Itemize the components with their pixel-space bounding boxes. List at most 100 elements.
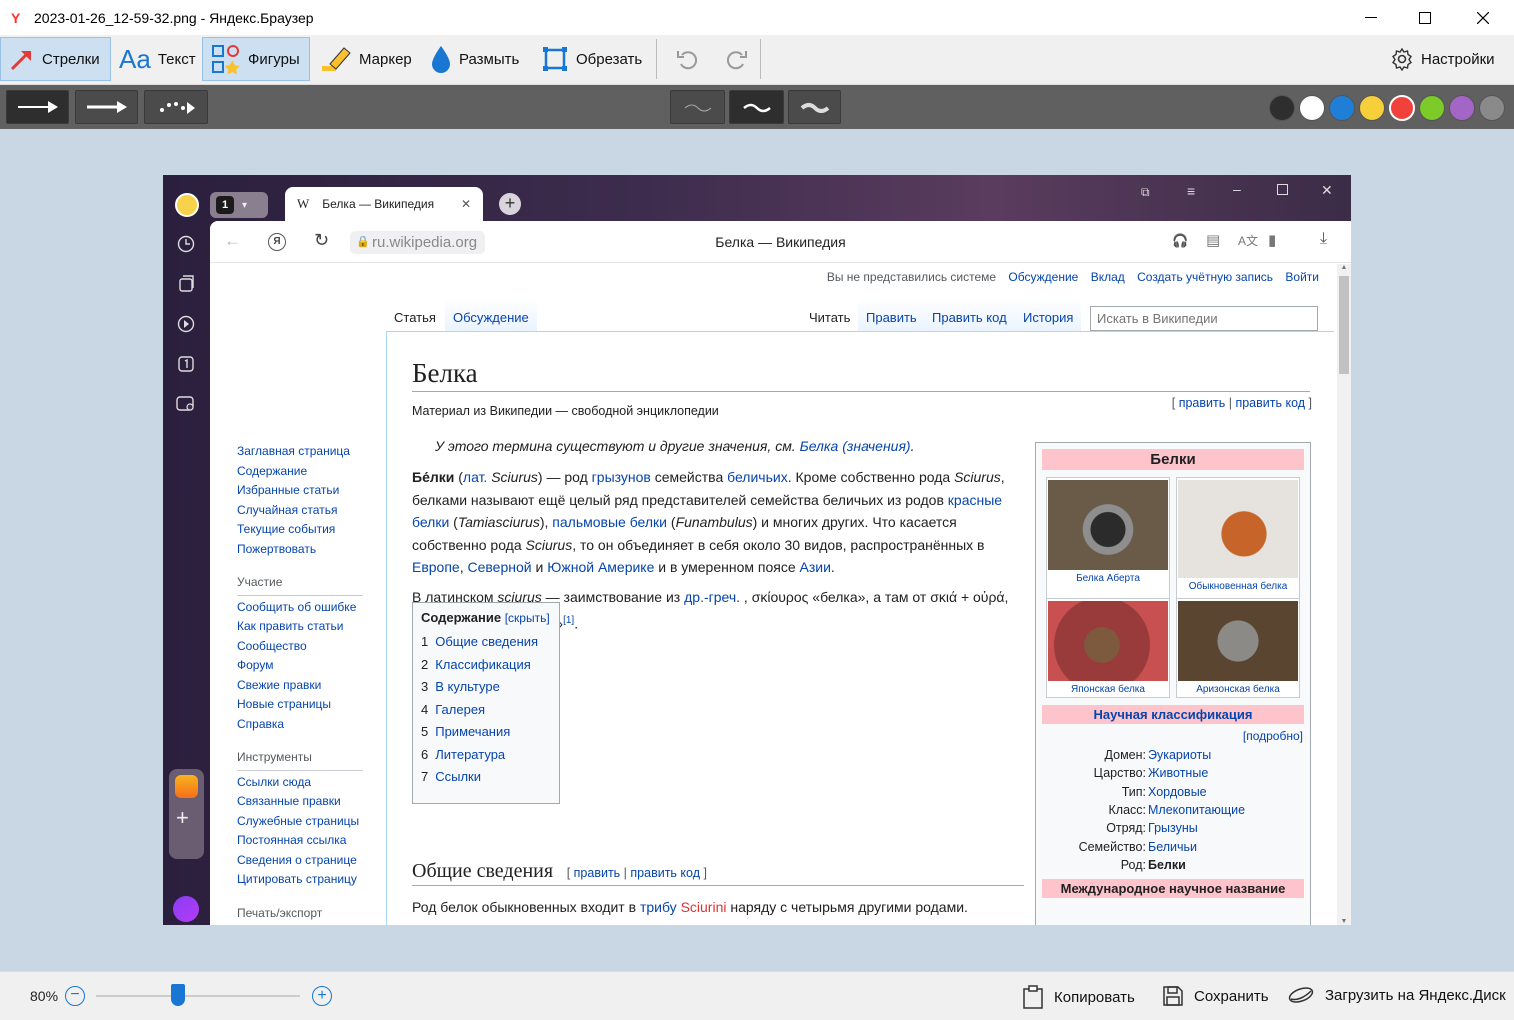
arrow-style-thin[interactable] bbox=[6, 90, 69, 124]
tab-counter-button[interactable]: 1 ▾ bbox=[210, 192, 268, 218]
color-swatch[interactable] bbox=[1359, 95, 1385, 121]
tab-article[interactable]: Статья bbox=[386, 298, 444, 332]
color-swatch[interactable] bbox=[1329, 95, 1355, 121]
sidebar-link[interactable]: Сообщество bbox=[237, 637, 363, 657]
taxonomy-value[interactable]: Эукариоты bbox=[1148, 748, 1211, 762]
reference-link[interactable]: [1] bbox=[563, 615, 574, 626]
toc-hide-link[interactable]: [скрыть] bbox=[505, 611, 550, 625]
sidebar-link[interactable]: Цитировать страницу bbox=[237, 870, 363, 890]
disambiguation-link[interactable]: Белка (значения) bbox=[800, 438, 911, 454]
sidebar-link[interactable]: Содержание bbox=[237, 462, 363, 482]
sidebar-link[interactable]: Заглавная страница bbox=[237, 442, 363, 462]
taxonomy-value[interactable]: Животные bbox=[1148, 766, 1208, 780]
wiki-search-input[interactable] bbox=[1090, 306, 1318, 331]
section-edit-link[interactable]: править bbox=[574, 866, 621, 880]
palm-squirrels-link[interactable]: пальмовые белки bbox=[552, 514, 667, 530]
minimize-icon[interactable]: – bbox=[1233, 181, 1241, 197]
new-tab-button[interactable]: + bbox=[499, 193, 521, 215]
taxonomy-value[interactable]: Млекопитающие bbox=[1148, 803, 1245, 817]
color-swatch[interactable] bbox=[1269, 95, 1295, 121]
create-account-link[interactable]: Создать учётную запись bbox=[1137, 270, 1273, 284]
bookmark-icon[interactable]: ▮ bbox=[1268, 231, 1276, 249]
minimize-button[interactable] bbox=[1348, 0, 1394, 35]
sidebar-link[interactable]: Новые страницы bbox=[237, 695, 363, 715]
arrow-style-bold[interactable] bbox=[75, 90, 138, 124]
marker-tool[interactable]: Маркер bbox=[314, 37, 420, 81]
sidebar-link[interactable]: Связанные правки bbox=[237, 792, 363, 812]
toc-link[interactable]: Примечания bbox=[435, 724, 510, 739]
scrollbar-thumb[interactable] bbox=[1339, 276, 1349, 374]
toc-link[interactable]: Общие сведения bbox=[435, 634, 538, 649]
menu-icon[interactable]: ≡ bbox=[1187, 183, 1195, 199]
color-swatch[interactable] bbox=[1389, 95, 1415, 121]
copy-button[interactable]: Копировать bbox=[1022, 985, 1135, 1009]
sidebar-link[interactable]: Случайная статья bbox=[237, 501, 363, 521]
login-link[interactable]: Войти bbox=[1285, 270, 1319, 284]
headphones-icon[interactable]: 🎧 bbox=[1172, 233, 1188, 249]
section-edit-source-link[interactable]: править код bbox=[630, 866, 700, 880]
tab-history[interactable]: История bbox=[1015, 298, 1082, 332]
toc-link[interactable]: В культуре bbox=[435, 679, 500, 694]
toc-item[interactable]: 3 В культуре bbox=[421, 676, 551, 699]
zoom-slider-thumb[interactable] bbox=[170, 984, 185, 1006]
arrow-style-dotted[interactable] bbox=[144, 90, 208, 124]
taxonomy-value[interactable]: Беличьи bbox=[1148, 840, 1197, 854]
sidebar-link[interactable]: Как править статьи bbox=[237, 617, 363, 637]
tab-read[interactable]: Читать bbox=[801, 298, 859, 332]
toc-item[interactable]: 6 Литература bbox=[421, 744, 551, 767]
undo-button[interactable] bbox=[668, 37, 708, 81]
yandex-search-icon[interactable]: Я bbox=[268, 233, 286, 251]
sidebar-link[interactable]: Постоянная ссылка bbox=[237, 831, 363, 851]
sidebar-link[interactable]: Сообщить об ошибке bbox=[237, 598, 363, 618]
zoom-slider[interactable] bbox=[96, 984, 300, 1006]
sidebar-link[interactable]: Сведения о странице bbox=[237, 851, 363, 871]
taxonomy-value[interactable]: Грызуны bbox=[1148, 821, 1198, 835]
bookmarks-panel-icon[interactable]: ⧉ bbox=[1141, 185, 1150, 200]
color-swatch[interactable] bbox=[1419, 95, 1445, 121]
settings-button[interactable]: Настройки bbox=[1382, 37, 1503, 81]
toc-item[interactable]: 1 Общие сведения bbox=[421, 631, 551, 654]
stroke-medium[interactable] bbox=[729, 90, 784, 124]
sidebar-link[interactable]: Форум bbox=[237, 656, 363, 676]
scroll-up-icon[interactable]: ▲ bbox=[1337, 264, 1351, 271]
close-icon[interactable]: ✕ bbox=[1321, 182, 1333, 199]
latin-link[interactable]: лат. bbox=[463, 469, 487, 485]
asia-link[interactable]: Азии bbox=[800, 559, 831, 575]
scroll-down-icon[interactable]: ▼ bbox=[1337, 918, 1351, 925]
close-button[interactable] bbox=[1460, 0, 1506, 35]
color-swatch[interactable] bbox=[1449, 95, 1475, 121]
video-icon[interactable] bbox=[175, 313, 197, 335]
edit-link[interactable]: править bbox=[1179, 396, 1226, 410]
toc-link[interactable]: Ссылки bbox=[435, 769, 481, 784]
maximize-button[interactable] bbox=[1402, 0, 1448, 35]
sidebar-link[interactable]: Избранные статьи bbox=[237, 481, 363, 501]
tab-edit-source[interactable]: Править код bbox=[924, 298, 1015, 332]
stroke-thin[interactable] bbox=[670, 90, 725, 124]
sciurini-link[interactable]: Sciurini bbox=[681, 899, 727, 915]
image-japanese-squirrel[interactable]: Японская белка bbox=[1046, 598, 1170, 698]
url-field[interactable]: 🔒 ru.wikipedia.org bbox=[350, 231, 486, 254]
alice-assistant-icon[interactable] bbox=[173, 896, 199, 922]
arrows-tool[interactable]: Стрелки bbox=[0, 37, 111, 81]
tab-edit[interactable]: Править bbox=[858, 298, 925, 332]
screenshot-icon[interactable] bbox=[175, 393, 197, 415]
stroke-bold[interactable] bbox=[788, 90, 841, 124]
color-swatch[interactable] bbox=[1479, 95, 1505, 121]
toc-item[interactable]: 5 Примечания bbox=[421, 721, 551, 744]
tab-close-icon[interactable]: ✕ bbox=[461, 197, 471, 211]
zoom-out-button[interactable]: − bbox=[65, 986, 85, 1006]
rodents-link[interactable]: грызунов bbox=[592, 469, 651, 485]
details-link[interactable]: [подробно] bbox=[1243, 729, 1303, 743]
reader-icon[interactable]: ▤ bbox=[1206, 231, 1220, 249]
image-red-squirrel[interactable]: Обыкновенная белка bbox=[1176, 477, 1300, 603]
sidebar-link[interactable]: Свежие правки bbox=[237, 676, 363, 696]
back-arrow-icon[interactable]: ← bbox=[224, 231, 241, 251]
toc-item[interactable]: 7 Ссылки bbox=[421, 766, 551, 789]
crop-tool[interactable]: Обрезать bbox=[533, 37, 650, 81]
redo-button[interactable] bbox=[716, 37, 756, 81]
reload-icon[interactable]: ↻ bbox=[314, 230, 329, 251]
zoom-in-button[interactable]: + bbox=[312, 986, 332, 1006]
blur-tool[interactable]: Размыть bbox=[422, 37, 527, 81]
tab-discussion[interactable]: Обсуждение bbox=[445, 298, 537, 332]
download-icon[interactable]: ⤓ bbox=[1320, 230, 1327, 248]
